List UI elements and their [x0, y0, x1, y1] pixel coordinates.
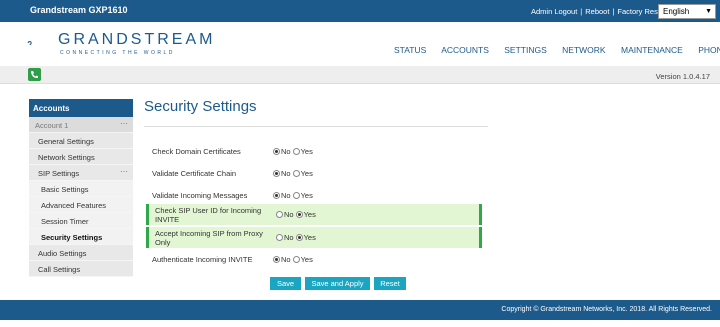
sidebar-item-basic-settings[interactable]: Basic Settings — [29, 181, 133, 197]
setting-label: Accept Incoming SIP from Proxy Only — [155, 229, 263, 247]
sidebar-item-label: Session Timer — [41, 217, 89, 226]
footer: Copyright © Grandstream Networks, Inc. 2… — [0, 300, 720, 320]
reset-button[interactable]: Reset — [374, 277, 406, 290]
sidebar-item-network-settings[interactable]: Network Settings — [29, 149, 133, 165]
radio-no-label: No — [281, 191, 291, 200]
radio-yes[interactable] — [292, 192, 300, 199]
nav-status[interactable]: STATUS — [394, 45, 426, 55]
copyright-text: Copyright © Grandstream Networks, Inc. 2… — [501, 306, 712, 313]
sidebar-item-label: Network Settings — [38, 153, 95, 162]
language-select-value: English — [663, 7, 690, 16]
setting-options: No Yes — [273, 147, 315, 156]
sidebar-item-label: Security Settings — [41, 233, 103, 242]
sidebar-item-security-settings[interactable]: Security Settings — [29, 229, 133, 245]
sidebar-item-session-timer[interactable]: Session Timer — [29, 213, 133, 229]
sidebar-item-label: Advanced Features — [41, 201, 107, 210]
radio-no[interactable] — [273, 148, 280, 155]
setting-label: Authenticate Incoming INVITE — [152, 255, 253, 264]
radio-yes-label: Yes — [300, 191, 313, 200]
sidebar-item-label: Call Settings — [38, 265, 81, 274]
radio-yes-label: Yes — [303, 233, 316, 242]
grandstream-logo-icon — [27, 41, 32, 45]
setting-label: Check Domain Certificates — [152, 147, 241, 156]
link-separator: | — [580, 7, 583, 16]
radio-yes[interactable] — [292, 256, 300, 263]
nav-network[interactable]: NETWORK — [562, 45, 605, 55]
radio-no[interactable] — [276, 234, 283, 241]
setting-options: No Yes — [276, 233, 318, 242]
setting-row: Accept Incoming SIP from Proxy Only No Yes — [146, 227, 482, 248]
radio-no-label: No — [281, 255, 291, 264]
radio-yes-label: Yes — [303, 210, 316, 219]
top-bar: Grandstream GXP1610 Admin Logout | Reboot |… — [0, 0, 720, 22]
chevron-down-icon: ▼ — [705, 8, 712, 15]
radio-yes[interactable] — [292, 170, 300, 177]
sidebar-item-account-1[interactable]: Account 1 ⋯ — [29, 117, 133, 133]
radio-yes-label: Yes — [300, 147, 313, 156]
firmware-version: Version 1.0.4.17 — [655, 72, 710, 81]
sidebar-item-label: Basic Settings — [41, 185, 89, 194]
brand-name: GRANDSTREAM — [58, 31, 216, 48]
nav-phonebook[interactable]: PHONEBOOK — [698, 45, 720, 55]
radio-no-label: No — [284, 233, 294, 242]
nav-maintenance[interactable]: MAINTENANCE — [621, 45, 683, 55]
setting-row: Authenticate Incoming INVITE No Yes — [146, 249, 482, 270]
reboot-link[interactable]: Reboot — [585, 7, 609, 16]
setting-label: Validate Certificate Chain — [152, 169, 237, 178]
link-separator: | — [612, 7, 615, 16]
sidebar-item-call-settings[interactable]: Call Settings — [29, 261, 133, 277]
setting-row: Check Domain Certificates No Yes — [146, 141, 482, 162]
setting-options: No Yes — [273, 255, 315, 264]
sidebar-item-label: Audio Settings — [38, 249, 87, 258]
setting-row: Validate Incoming Messages No Yes — [146, 185, 482, 206]
collapse-icon: ⋯ — [120, 119, 128, 128]
main-nav: STATUS ACCOUNTS SETTINGS NETWORK MAINTEN… — [394, 45, 720, 55]
language-select[interactable]: English ▼ — [658, 4, 716, 19]
sidebar-item-label: SIP Settings — [38, 169, 80, 178]
sidebar-item-sip-settings[interactable]: SIP Settings ⋯ — [29, 165, 133, 181]
sidebar-item-advanced-features[interactable]: Advanced Features — [29, 197, 133, 213]
title-divider — [144, 126, 488, 127]
status-strip — [0, 66, 720, 84]
sidebar-item-general-settings[interactable]: General Settings — [29, 133, 133, 149]
save-button[interactable]: Save — [270, 277, 301, 290]
brand-tagline: CONNECTING THE WORLD — [60, 50, 175, 56]
setting-options: No Yes — [276, 210, 318, 219]
sidebar: Accounts Account 1 ⋯ General Settings Ne… — [29, 99, 133, 277]
setting-label: Validate Incoming Messages — [152, 191, 248, 200]
radio-no-label: No — [281, 169, 291, 178]
setting-options: No Yes — [273, 191, 315, 200]
collapse-icon: ⋯ — [120, 167, 128, 176]
top-links: Admin Logout | Reboot | Factory Reset — [531, 7, 664, 16]
radio-yes[interactable] — [295, 211, 303, 218]
radio-yes-label: Yes — [300, 255, 313, 264]
radio-no[interactable] — [273, 192, 280, 199]
nav-settings[interactable]: SETTINGS — [504, 45, 547, 55]
radio-no-label: No — [284, 210, 294, 219]
sidebar-item-label: Account 1 — [35, 121, 69, 130]
radio-yes-label: Yes — [300, 169, 313, 178]
sidebar-header: Accounts — [29, 99, 133, 117]
setting-row: Check SIP User ID for Incoming INVITE No Y… — [146, 204, 482, 225]
radio-yes[interactable] — [292, 148, 300, 155]
phone-icon — [28, 68, 41, 81]
radio-no[interactable] — [276, 211, 283, 218]
radio-no[interactable] — [273, 170, 280, 177]
radio-yes[interactable] — [295, 234, 303, 241]
admin-logout-link[interactable]: Admin Logout — [531, 7, 577, 16]
setting-label: Check SIP User ID for Incoming INVITE — [155, 206, 262, 224]
save-and-apply-button[interactable]: Save and Apply — [305, 277, 370, 290]
setting-row: Validate Certificate Chain No Yes — [146, 163, 482, 184]
sidebar-item-label: General Settings — [38, 137, 94, 146]
page-title: Security Settings — [144, 98, 257, 115]
radio-no[interactable] — [273, 256, 280, 263]
setting-options: No Yes — [273, 169, 315, 178]
nav-accounts[interactable]: ACCOUNTS — [441, 45, 489, 55]
sidebar-item-audio-settings[interactable]: Audio Settings — [29, 245, 133, 261]
device-model: Grandstream GXP1610 — [30, 5, 128, 15]
radio-no-label: No — [281, 147, 291, 156]
